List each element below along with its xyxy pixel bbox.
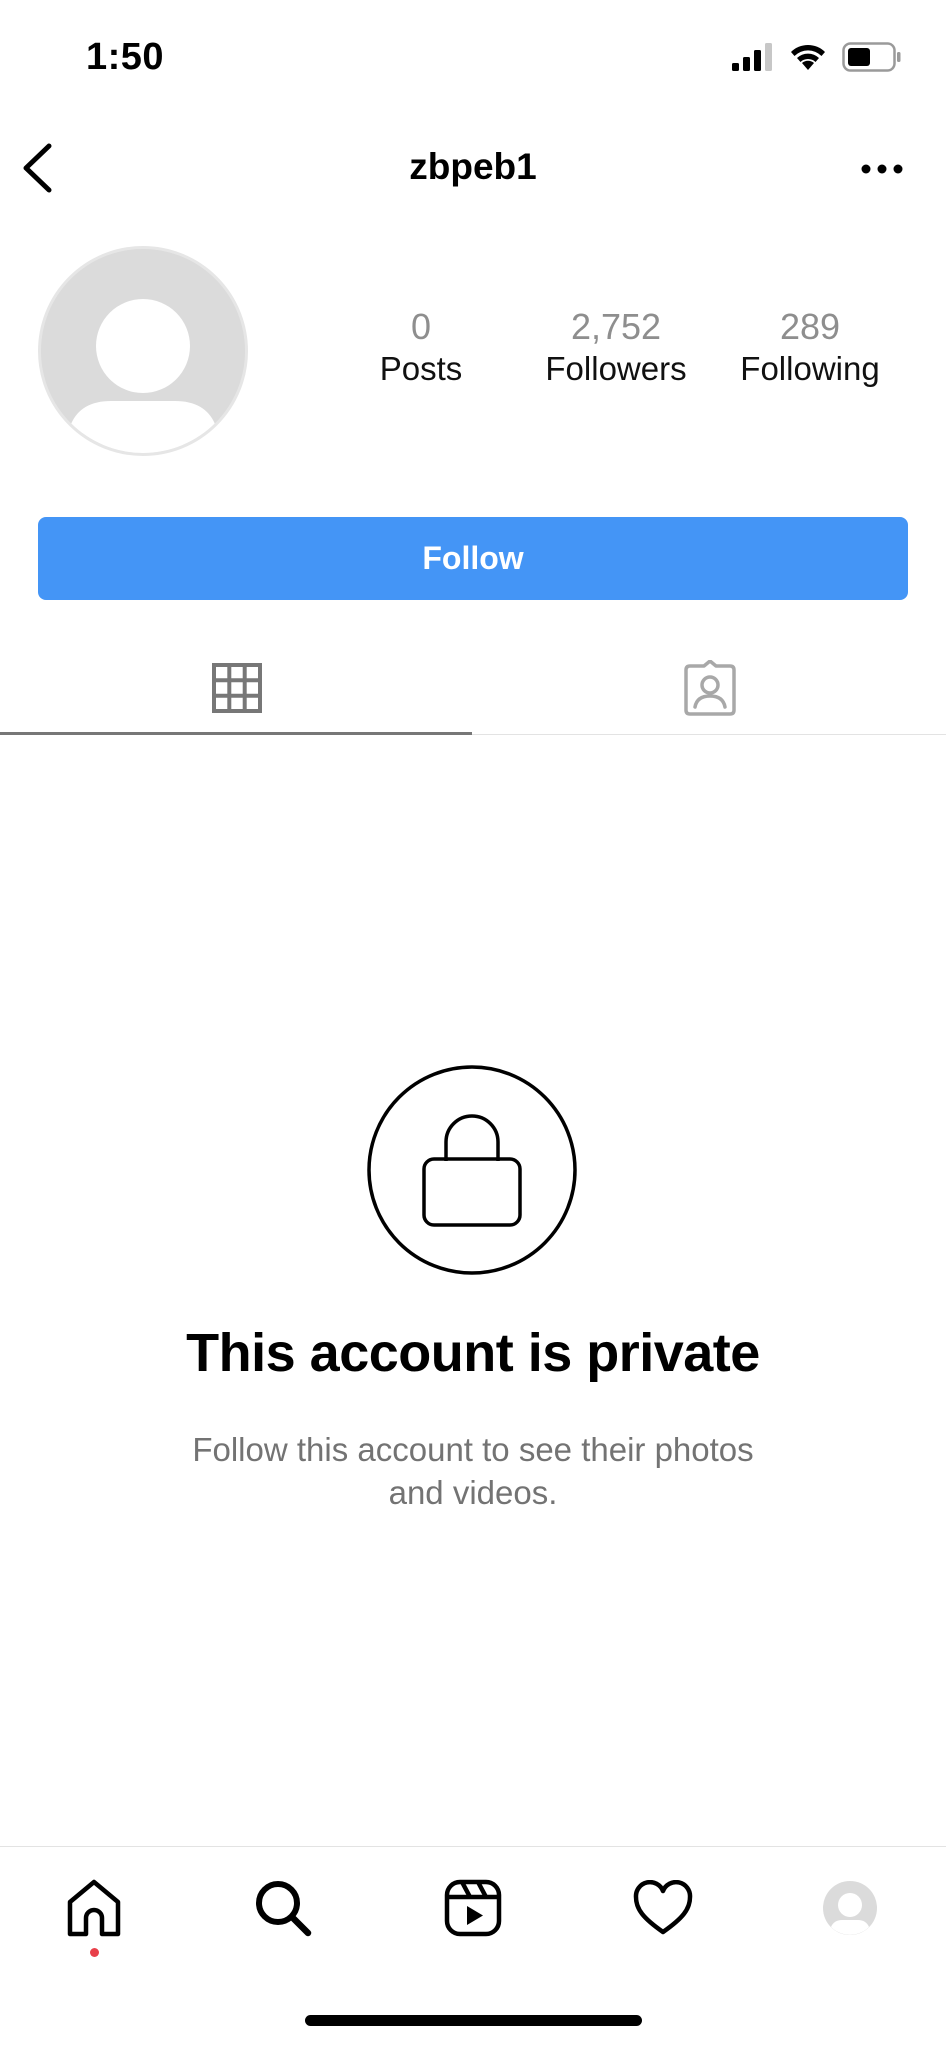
posts-count: 0	[410, 306, 432, 347]
nav-profile[interactable]	[818, 1876, 882, 1940]
heart-icon	[633, 1880, 693, 1935]
more-options-button[interactable]	[860, 162, 904, 176]
nav-home[interactable]	[62, 1876, 126, 1940]
status-icons	[732, 42, 902, 72]
profile-avatar[interactable]	[38, 246, 248, 456]
private-account-subtitle: Follow this account to see their photos …	[130, 1428, 816, 1514]
grid-icon	[211, 663, 262, 713]
wifi-icon	[791, 44, 825, 70]
posts-stat[interactable]: 0 Posts	[326, 306, 516, 390]
profile-username: zbpeb1	[409, 146, 537, 187]
nav-activity[interactable]	[631, 1876, 695, 1940]
signal-icon	[732, 43, 772, 71]
bottom-nav-divider	[0, 1846, 946, 1847]
home-indicator[interactable]	[305, 2015, 642, 2026]
search-icon	[256, 1881, 312, 1937]
followers-label: Followers	[545, 350, 687, 387]
private-subtitle-line1: Follow this account to see their photos	[192, 1431, 754, 1468]
tagged-icon	[683, 660, 736, 716]
private-account-title: This account is private	[186, 1323, 760, 1383]
default-avatar-icon	[41, 249, 245, 453]
profile-avatar-icon	[823, 1881, 877, 1935]
reels-icon	[444, 1879, 502, 1937]
posts-label: Posts	[379, 350, 463, 387]
nav-reels[interactable]	[441, 1876, 505, 1940]
following-stat[interactable]: 289 Following	[715, 306, 905, 390]
active-tab-indicator	[0, 732, 472, 735]
ellipsis-icon	[861, 164, 903, 174]
follow-button[interactable]: Follow	[38, 517, 908, 600]
following-label: Following	[740, 350, 880, 387]
private-lock-badge	[366, 1064, 578, 1276]
following-count: 289	[779, 306, 841, 347]
followers-stat[interactable]: 2,752 Followers	[521, 306, 711, 390]
private-subtitle-line2: and videos.	[388, 1474, 558, 1511]
status-time: 1:50	[86, 36, 165, 78]
tab-posts-grid[interactable]	[0, 640, 473, 736]
home-notification-dot	[90, 1948, 99, 1957]
home-icon	[67, 1879, 121, 1937]
battery-icon	[842, 42, 901, 72]
lock-icon	[367, 1065, 577, 1275]
followers-count: 2,752	[570, 306, 662, 347]
nav-search[interactable]	[251, 1876, 315, 1940]
tab-tagged[interactable]	[473, 640, 946, 736]
